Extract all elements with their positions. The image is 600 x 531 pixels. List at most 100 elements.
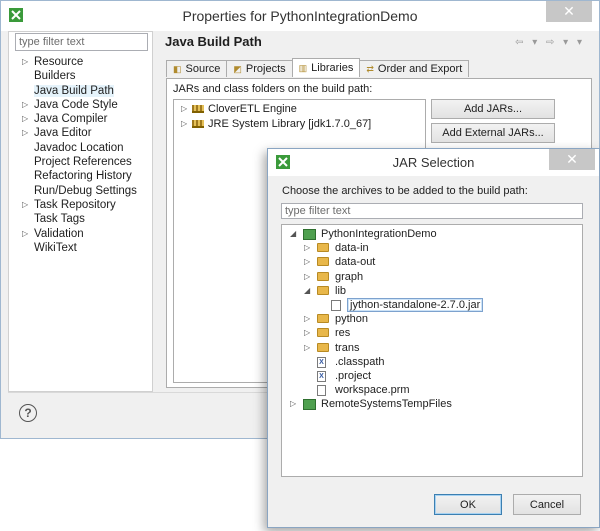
tree-item-label: trans xyxy=(335,341,360,354)
close-button[interactable]: ✕ xyxy=(546,1,592,22)
collapse-arrow-icon[interactable]: ◢ xyxy=(304,284,314,298)
tree-folder-item[interactable]: ◢ PythonIntegrationDemo xyxy=(282,227,582,241)
jar-file-icon xyxy=(331,300,341,311)
properties-titlebar[interactable]: Properties for PythonIntegrationDemo ✕ xyxy=(1,1,599,31)
nav-item[interactable]: Builders xyxy=(9,69,154,83)
dialog-close-button[interactable]: ✕ xyxy=(549,149,595,170)
expand-arrow-icon[interactable]: ▷ xyxy=(304,241,314,255)
expand-arrow-icon[interactable]: ▷ xyxy=(22,227,28,241)
expand-arrow-icon[interactable]: ▷ xyxy=(22,98,28,112)
xml-file-icon: X xyxy=(317,356,326,368)
nav-item[interactable]: Task Tags xyxy=(9,212,154,226)
tree-folder-item[interactable]: ▷ python xyxy=(282,312,582,326)
tree-item-label: PythonIntegrationDemo xyxy=(321,228,437,240)
expand-arrow-icon[interactable]: ▷ xyxy=(304,312,314,326)
nav-item[interactable]: Refactoring History xyxy=(9,169,154,183)
tree-folder-item[interactable]: ◢ lib xyxy=(282,284,582,298)
add-jars-button[interactable]: Add JARs... xyxy=(431,99,555,119)
expand-arrow-icon[interactable]: ▷ xyxy=(304,270,314,284)
tree-item-label: data-in xyxy=(335,242,369,255)
nav-item-label: Javadoc Location xyxy=(34,141,124,154)
folder-icon xyxy=(317,271,329,281)
nav-item[interactable]: Run/Debug Settings xyxy=(9,184,154,198)
library-label: JRE System Library [jdk1.7.0_67] xyxy=(208,118,372,130)
tab[interactable]: ▥ Libraries xyxy=(291,58,361,77)
nav-item[interactable]: Java Build Path xyxy=(9,84,154,98)
nav-item-label: Run/Debug Settings xyxy=(34,184,137,197)
help-button[interactable]: ? xyxy=(19,404,37,422)
tree-item-label: workspace.prm xyxy=(335,384,410,397)
nav-item-label: Java Compiler xyxy=(34,113,108,126)
tree-folder-item[interactable]: ▷ trans xyxy=(282,341,582,355)
tab[interactable]: ⇄ Order and Export xyxy=(359,60,470,77)
library-icon xyxy=(192,105,204,113)
dialog-titlebar[interactable]: JAR Selection ✕ xyxy=(268,149,599,176)
tree-file-item[interactable]: X .project xyxy=(282,369,582,383)
expand-arrow-icon[interactable]: ▷ xyxy=(304,341,314,355)
collapse-arrow-icon[interactable]: ◢ xyxy=(290,227,300,241)
folder-icon xyxy=(317,342,329,352)
folder-icon xyxy=(317,285,329,295)
folder-icon xyxy=(317,314,329,324)
expand-arrow-icon[interactable]: ▷ xyxy=(181,117,187,131)
tree-file-item[interactable]: workspace.prm xyxy=(282,383,582,397)
expand-arrow-icon[interactable]: ▷ xyxy=(181,102,187,116)
nav-item-label: Task Tags xyxy=(34,213,85,226)
page-title: Java Build Path xyxy=(165,34,262,49)
add-external-jars-button[interactable]: Add External JARs... xyxy=(431,123,555,143)
tree-item-label: jython-standalone-2.7.0.jar xyxy=(347,298,484,312)
jar-filter-input[interactable] xyxy=(281,203,583,219)
tree-folder-item[interactable]: ▷ res xyxy=(282,326,582,340)
nav-filter-input[interactable] xyxy=(15,33,148,51)
expand-arrow-icon[interactable]: ▷ xyxy=(304,326,314,340)
order-export-icon: ⇄ xyxy=(366,63,374,74)
window-title: Properties for PythonIntegrationDemo xyxy=(182,8,418,24)
tab-label: Projects xyxy=(245,63,286,75)
tab[interactable]: ◩ Projects xyxy=(226,60,293,77)
folder-icon xyxy=(317,328,329,338)
tab[interactable]: ◧ Source xyxy=(166,60,228,77)
expand-arrow-icon[interactable]: ▷ xyxy=(22,198,28,212)
library-entry[interactable]: ▷ CloverETL Engine xyxy=(174,102,297,116)
tree-item-label: .project xyxy=(335,370,372,382)
nav-item[interactable]: ▷ Java Code Style xyxy=(9,98,154,112)
nav-item[interactable]: ▷ Java Compiler xyxy=(9,112,154,126)
projects-icon: ◩ xyxy=(233,63,242,74)
nav-item[interactable]: Project References xyxy=(9,155,154,169)
tree-folder-item[interactable]: ▷ data-out xyxy=(282,255,582,269)
file-icon xyxy=(317,385,326,397)
nav-item-label: Project References xyxy=(34,156,132,169)
tree-file-item[interactable]: X .classpath xyxy=(282,355,582,369)
tree-folder-item[interactable]: ▷ RemoteSystemsTempFiles xyxy=(282,397,582,411)
nav-item-label: Validation xyxy=(34,227,84,240)
expand-arrow-icon[interactable]: ▷ xyxy=(22,126,28,140)
expand-arrow-icon[interactable]: ▷ xyxy=(304,255,314,269)
nav-item-label: Java Editor xyxy=(34,127,92,140)
workspace-tree: ◢ PythonIntegrationDemo ▷ data-in ▷ data-out ▷… xyxy=(281,224,583,477)
nav-item[interactable]: ▷ Validation xyxy=(9,227,154,241)
cancel-button[interactable]: Cancel xyxy=(513,494,581,515)
nav-item-label: Java Code Style xyxy=(34,98,118,111)
tree-folder-item[interactable]: ▷ data-in xyxy=(282,241,582,255)
nav-item-label: Task Repository xyxy=(34,198,116,211)
build-path-label: JARs and class folders on the build path… xyxy=(173,83,373,95)
nav-item[interactable]: WikiText xyxy=(9,241,154,255)
libraries-icon: ▥ xyxy=(298,62,308,73)
nav-item[interactable]: ▷ Java Editor xyxy=(9,126,154,140)
tree-folder-item[interactable]: ▷ graph xyxy=(282,270,582,284)
ok-button[interactable]: OK xyxy=(434,494,502,515)
nav-item[interactable]: Javadoc Location xyxy=(9,141,154,155)
history-nav-arrows[interactable]: ⇦ ▾ ⇨ ▾ ▾ xyxy=(515,37,585,48)
nav-tree: ▷ Resource Builders Java Build Path ▷ Java Co… xyxy=(9,55,154,255)
library-entry[interactable]: ▷ JRE System Library [jdk1.7.0_67] xyxy=(174,117,371,131)
expand-arrow-icon[interactable]: ▷ xyxy=(290,397,300,411)
nav-item[interactable]: ▷ Resource xyxy=(9,55,154,69)
app-icon xyxy=(9,8,23,22)
library-icon xyxy=(192,120,204,128)
tree-file-item[interactable]: jython-standalone-2.7.0.jar xyxy=(282,298,582,312)
source-folder-icon: ◧ xyxy=(173,63,182,74)
expand-arrow-icon[interactable]: ▷ xyxy=(22,112,28,126)
nav-item[interactable]: ▷ Task Repository xyxy=(9,198,154,212)
expand-arrow-icon[interactable]: ▷ xyxy=(22,55,28,69)
nav-item-label: Java Build Path xyxy=(34,84,114,97)
